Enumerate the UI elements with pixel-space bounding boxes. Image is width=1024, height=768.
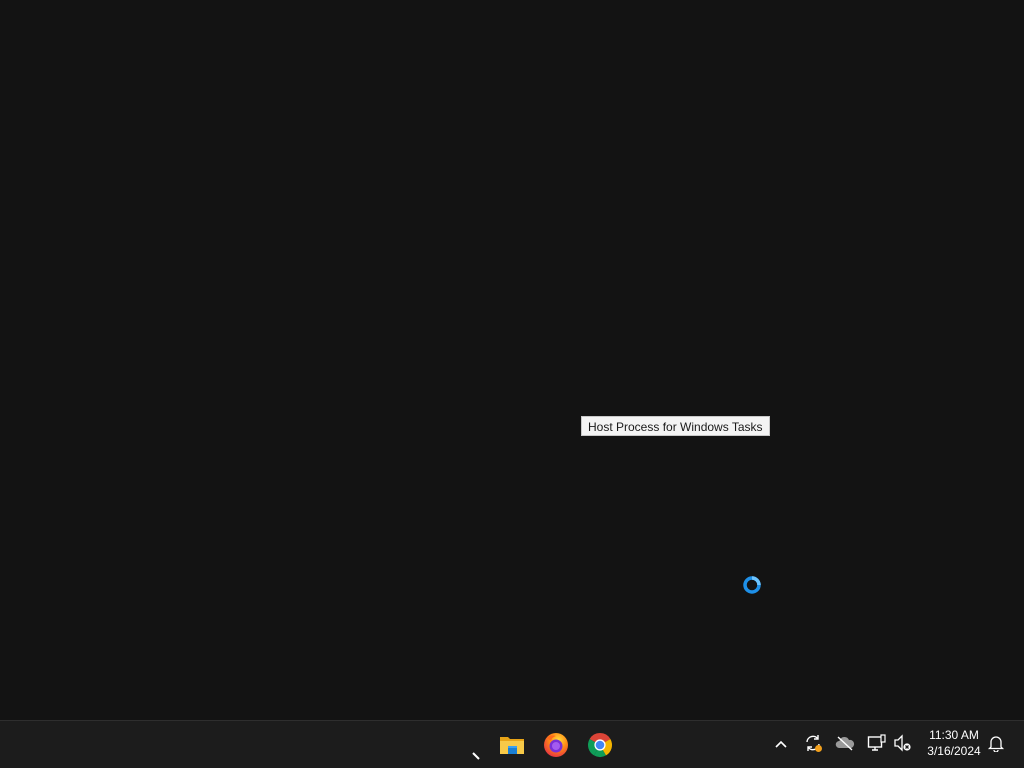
show-hidden-icons-button[interactable]	[769, 733, 793, 757]
network-icon	[867, 733, 887, 757]
chrome-icon	[587, 732, 613, 758]
clock-time: 11:30 AM	[929, 728, 979, 742]
cloud-offline-icon	[835, 735, 855, 756]
tooltip: Host Process for Windows Tasks	[581, 416, 770, 436]
tooltip-text: Host Process for Windows Tasks	[588, 420, 763, 434]
busy-cursor-icon	[742, 575, 762, 595]
folder-icon	[499, 734, 525, 756]
network-tray-button[interactable]	[865, 733, 889, 757]
taskbar-clock[interactable]: 11:30 AM 3/16/2024	[918, 727, 990, 759]
sync-tray-button[interactable]	[801, 733, 825, 757]
desktop-background[interactable]: Host Process for Windows Tasks	[0, 0, 1024, 720]
sync-icon	[803, 733, 823, 758]
notification-bell-icon	[987, 734, 1005, 757]
firefox-icon	[543, 732, 569, 758]
volume-muted-icon	[893, 733, 913, 757]
volume-tray-button[interactable]	[891, 733, 915, 757]
pointer-icon	[472, 747, 480, 760]
taskbar-chrome-button[interactable]	[580, 725, 620, 765]
taskbar-file-explorer-button[interactable]	[492, 725, 532, 765]
taskbar: 11:30 AM 3/16/2024	[0, 720, 1024, 768]
onedrive-tray-button[interactable]	[833, 733, 857, 757]
clock-date: 3/16/2024	[927, 744, 981, 758]
notification-center-button[interactable]	[984, 733, 1008, 757]
chevron-up-icon	[774, 736, 788, 754]
taskbar-firefox-button[interactable]	[536, 725, 576, 765]
